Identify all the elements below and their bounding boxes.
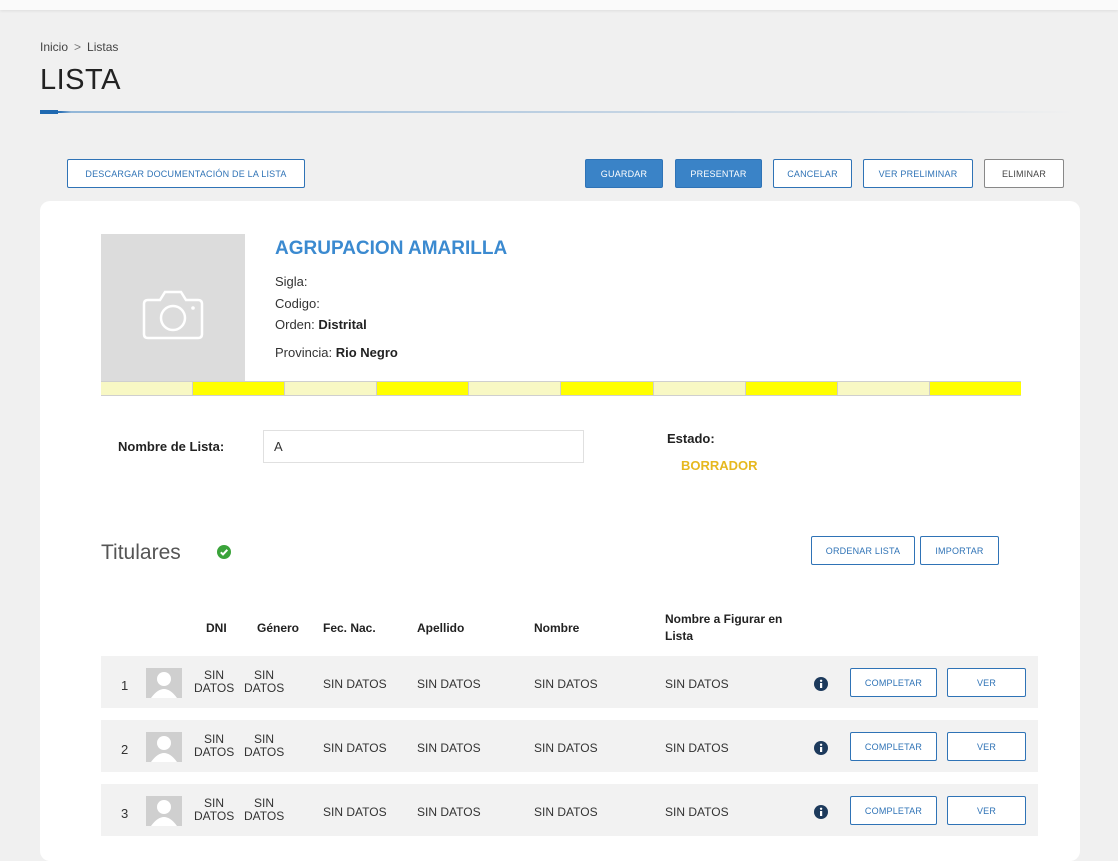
list-name-label: Nombre de Lista:	[118, 439, 225, 454]
orden-row: Orden: Distrital	[275, 317, 367, 332]
complete-button[interactable]: COMPLETAR	[850, 668, 937, 697]
status-badge: BORRADOR	[681, 458, 758, 473]
order-list-button[interactable]: ORDENAR LISTA	[811, 536, 915, 565]
breadcrumb: Inicio > Listas	[40, 40, 118, 54]
user-silhouette-icon	[151, 672, 177, 698]
genero-cell: SIN DATOS	[244, 732, 285, 759]
nombre-figurar-cell: SIN DATOS	[665, 741, 729, 755]
dni-cell: SIN DATOS	[194, 796, 235, 823]
column-header-fec-nac: Fec. Nac.	[323, 621, 376, 635]
view-button[interactable]: VER	[947, 796, 1026, 825]
genero-cell: SIN DATOS	[244, 796, 285, 823]
avatar	[146, 668, 182, 698]
provincia-label: Provincia:	[275, 345, 333, 360]
apellido-cell: SIN DATOS	[417, 805, 481, 819]
breadcrumb-separator: >	[74, 40, 82, 54]
top-bar	[0, 0, 1118, 10]
row-number: 2	[121, 742, 129, 757]
row-number: 3	[121, 806, 129, 821]
column-header-genero: Género	[257, 621, 300, 635]
submit-button[interactable]: PRESENTAR	[675, 159, 762, 188]
table-row: 3 SIN DATOS SIN DATOS SIN DATOS SIN DATOS …	[101, 784, 1038, 836]
import-button[interactable]: IMPORTAR	[920, 536, 999, 565]
column-header-dni: DNI	[206, 621, 227, 635]
orden-label: Orden:	[275, 317, 315, 332]
table-row: 1 SIN DATOS SIN DATOS SIN DATOS SIN DATOS …	[101, 656, 1038, 708]
cancel-button[interactable]: CANCELAR	[773, 159, 852, 188]
nombre-cell: SIN DATOS	[534, 805, 598, 819]
row-number: 1	[121, 678, 129, 693]
complete-button[interactable]: COMPLETAR	[850, 796, 937, 825]
nombre-figurar-cell: SIN DATOS	[665, 677, 729, 691]
column-header-apellido: Apellido	[417, 621, 465, 635]
orden-value: Distrital	[318, 317, 367, 332]
fec-nac-cell: SIN DATOS	[323, 741, 387, 755]
nombre-cell: SIN DATOS	[534, 677, 598, 691]
apellido-cell: SIN DATOS	[417, 741, 481, 755]
section-title: Titulares	[101, 541, 181, 564]
complete-button[interactable]: COMPLETAR	[850, 732, 937, 761]
title-divider	[40, 110, 1076, 114]
avatar	[146, 796, 182, 826]
nombre-cell: SIN DATOS	[534, 741, 598, 755]
user-silhouette-icon	[151, 736, 177, 762]
user-silhouette-icon	[151, 800, 177, 826]
table-row: 2 SIN DATOS SIN DATOS SIN DATOS SIN DATOS …	[101, 720, 1038, 772]
page-title: LISTA	[40, 64, 121, 96]
codigo-row: Codigo:	[275, 296, 320, 311]
breadcrumb-current[interactable]: Listas	[87, 40, 118, 54]
provincia-value: Rio Negro	[335, 345, 398, 360]
apellido-cell: SIN DATOS	[417, 677, 481, 691]
info-icon[interactable]	[814, 677, 828, 691]
sigla-row: Sigla:	[275, 274, 308, 289]
camera-icon	[142, 290, 204, 340]
column-header-nombre-figurar: Nombre a Figurar en Lista	[665, 612, 783, 643]
dni-cell: SIN DATOS	[194, 732, 235, 759]
preview-button[interactable]: VER PRELIMINAR	[863, 159, 973, 188]
sigla-label: Sigla:	[275, 274, 308, 289]
party-color-stripe	[101, 381, 1021, 396]
column-header-nombre: Nombre	[534, 621, 580, 635]
breadcrumb-home[interactable]: Inicio	[40, 40, 68, 54]
genero-cell: SIN DATOS	[244, 668, 285, 695]
view-button[interactable]: VER	[947, 668, 1026, 697]
fec-nac-cell: SIN DATOS	[323, 677, 387, 691]
provincia-row: Provincia: Rio Negro	[275, 345, 398, 360]
download-documentation-button[interactable]: DESCARGAR DOCUMENTACIÓN DE LA LISTA	[67, 159, 305, 188]
party-name: AGRUPACION AMARILLA	[275, 238, 508, 259]
status-label: Estado:	[667, 431, 715, 446]
party-photo[interactable]	[101, 234, 245, 394]
info-icon[interactable]	[814, 805, 828, 819]
save-button[interactable]: GUARDAR	[585, 159, 663, 188]
info-icon[interactable]	[814, 741, 828, 755]
codigo-label: Codigo:	[275, 296, 320, 311]
check-circle-icon	[217, 545, 231, 559]
nombre-figurar-cell: SIN DATOS	[665, 805, 729, 819]
fec-nac-cell: SIN DATOS	[323, 805, 387, 819]
avatar	[146, 732, 182, 762]
view-button[interactable]: VER	[947, 732, 1026, 761]
delete-button[interactable]: ELIMINAR	[984, 159, 1064, 188]
list-name-input[interactable]	[263, 430, 584, 463]
dni-cell: SIN DATOS	[194, 668, 235, 695]
